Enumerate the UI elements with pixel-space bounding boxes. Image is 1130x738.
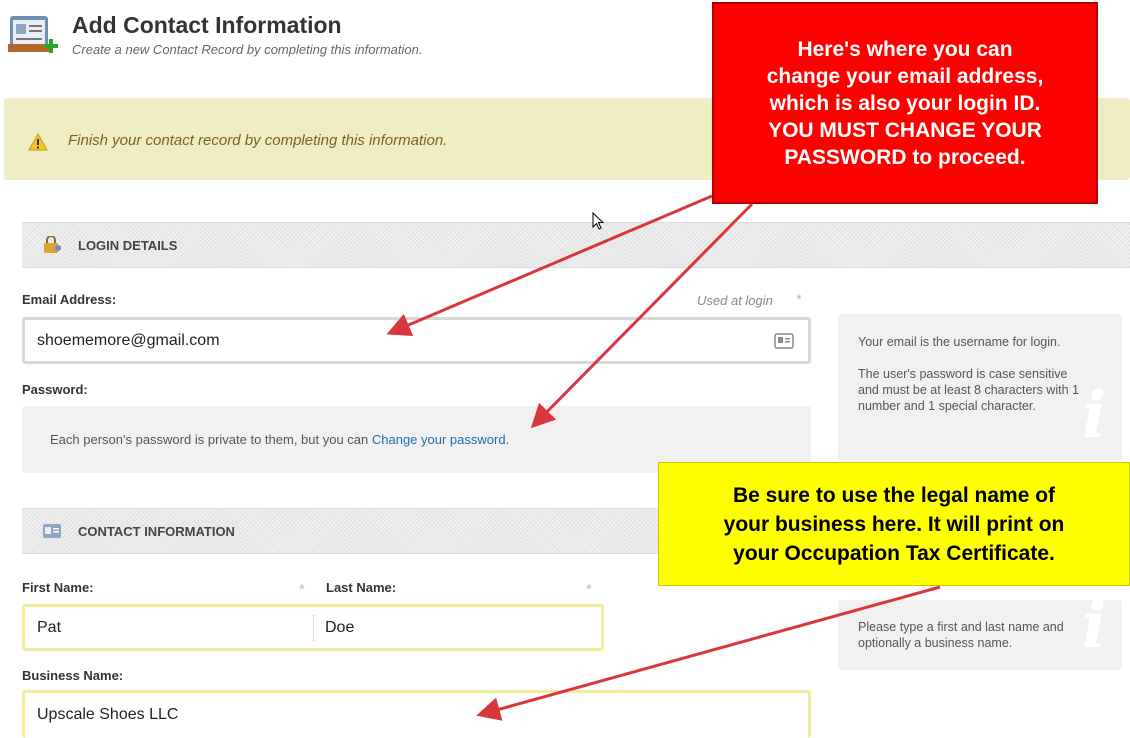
required-marker: * xyxy=(796,291,802,308)
red-callout: Here's where you can change your email a… xyxy=(712,2,1098,204)
password-text: Each person's password is private to the… xyxy=(50,432,509,447)
yellow-callout-text: Be sure to use the legal name of your bu… xyxy=(723,483,1065,565)
contact-card-icon xyxy=(42,522,62,540)
name-field-group: Pat Doe xyxy=(22,604,604,651)
page-subtitle: Create a new Contact Record by completin… xyxy=(72,42,423,57)
business-name-label: Business Name: xyxy=(22,668,124,683)
password-text-end: . xyxy=(505,432,510,447)
mouse-cursor-icon xyxy=(592,211,606,232)
last-name-field[interactable]: Doe xyxy=(325,619,354,637)
email-value: shoememore@gmail.com xyxy=(37,332,220,349)
first-name-field[interactable]: Pat xyxy=(37,619,61,637)
field-divider xyxy=(313,615,314,641)
email-field[interactable]: shoememore@gmail.com xyxy=(22,317,811,364)
required-marker: * xyxy=(299,581,305,598)
yellow-callout: Be sure to use the legal name of your bu… xyxy=(658,462,1130,586)
email-help-box: Your email is the username for login. Th… xyxy=(838,314,1122,460)
last-name-label: Last Name: xyxy=(326,580,397,595)
info-icon: i xyxy=(1082,600,1107,663)
section-title: CONTACT INFORMATION xyxy=(78,524,235,539)
required-marker: * xyxy=(586,581,592,598)
section-header-login-details: LOGIN DETAILS xyxy=(22,222,1130,268)
address-card-icon[interactable] xyxy=(774,333,794,349)
name-help-box: Please type a first and last name and op… xyxy=(838,600,1122,670)
email-help-line2: The user's password is case sensitive an… xyxy=(858,367,1079,413)
email-label: Email Address: xyxy=(22,292,117,307)
section-title: LOGIN DETAILS xyxy=(78,238,178,253)
contact-card-add-icon xyxy=(8,14,60,60)
name-help-text: Please type a first and last name and op… xyxy=(858,620,1064,650)
red-callout-text: Here's where you can change your email a… xyxy=(766,37,1044,169)
info-icon: i xyxy=(1082,378,1107,453)
password-label: Password: xyxy=(22,382,88,397)
email-hint: Used at login xyxy=(697,293,773,308)
business-name-field[interactable]: Upscale Shoes LLC xyxy=(22,690,811,738)
lock-user-icon xyxy=(42,235,62,254)
password-description: Each person's password is private to the… xyxy=(50,432,372,447)
warning-text: Finish your contact record by completing… xyxy=(68,132,448,149)
change-password-link[interactable]: Change your password xyxy=(372,432,506,447)
email-help-line1: Your email is the username for login. xyxy=(858,335,1061,349)
page-title: Add Contact Information xyxy=(72,12,342,38)
warning-triangle-icon xyxy=(28,132,48,151)
business-name-value: Upscale Shoes LLC xyxy=(37,706,179,723)
first-name-label: First Name: xyxy=(22,580,94,595)
